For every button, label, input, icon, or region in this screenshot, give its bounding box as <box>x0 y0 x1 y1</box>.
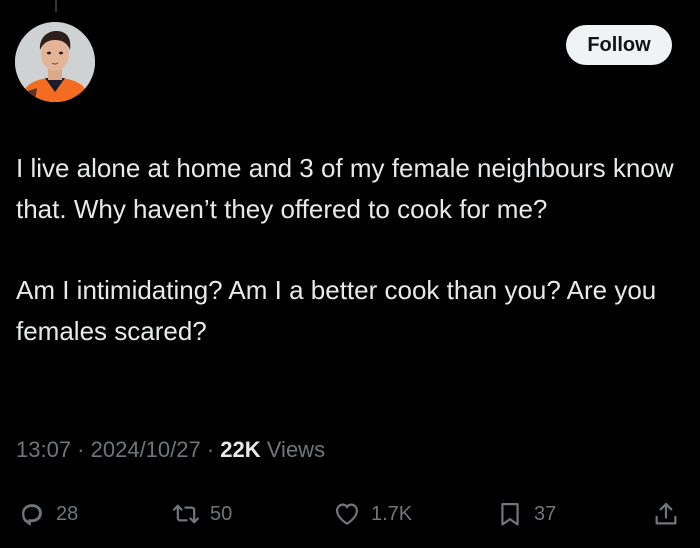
reply-icon <box>22 504 42 527</box>
meta-separator: · <box>200 437 221 462</box>
tweet-paragraph: I live alone at home and 3 of my female … <box>16 153 674 224</box>
like-button[interactable]: 1.7K <box>333 492 412 536</box>
like-count: 1.7K <box>371 502 413 525</box>
views-count: 22K <box>220 437 261 462</box>
avatar[interactable] <box>15 22 95 102</box>
meta-separator: · <box>71 437 91 462</box>
tweet-text: I live alone at home and 3 of my female … <box>16 148 686 352</box>
reply-button[interactable]: 28 <box>18 492 78 536</box>
retweet-button[interactable]: 50 <box>172 492 232 536</box>
avatar-photo-icon <box>15 22 95 102</box>
tweet-paragraph: Am I intimidating? Am I a better cook th… <box>16 275 657 346</box>
retweet-icon <box>172 504 200 524</box>
thread-connector-line <box>55 0 57 12</box>
tweet-metadata: 13:07 · 2024/10/27 · 22K Views <box>16 437 325 463</box>
bookmark-count: 37 <box>534 502 557 525</box>
reply-count: 28 <box>56 502 79 525</box>
tweet-time[interactable]: 13:07 <box>16 437 71 462</box>
tweet-actions-bar: 28 50 1.7K 37 <box>0 492 700 536</box>
share-button[interactable] <box>652 492 680 536</box>
share-icon <box>655 502 677 525</box>
bookmark-button[interactable]: 37 <box>496 492 556 536</box>
tweet-date[interactable]: 2024/10/27 <box>91 437 201 462</box>
bookmark-icon <box>501 502 519 526</box>
heart-icon <box>335 503 359 525</box>
views-label: Views <box>266 437 326 462</box>
retweet-count: 50 <box>210 502 233 525</box>
follow-button[interactable]: Follow <box>566 25 672 65</box>
